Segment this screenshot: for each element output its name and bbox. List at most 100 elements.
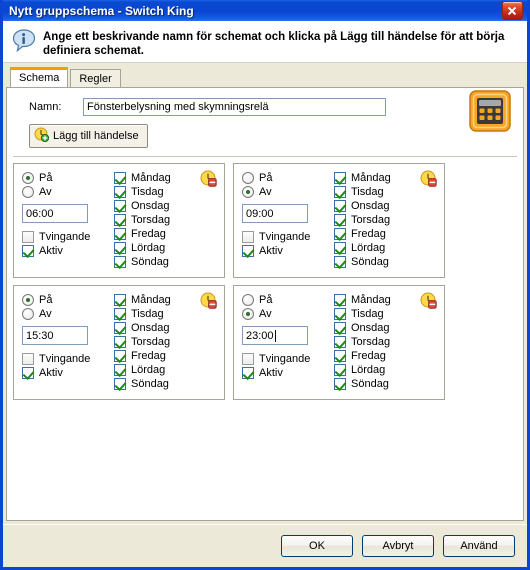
day-checkbox-söndag[interactable] xyxy=(334,377,346,390)
day-row: Torsdag xyxy=(334,213,438,226)
day-checkbox-måndag[interactable] xyxy=(334,171,346,184)
time-value: 09:00 xyxy=(246,207,274,220)
active-checkbox[interactable] xyxy=(242,244,254,257)
radio-off-label: Av xyxy=(259,185,272,198)
day-checkbox-fredag[interactable] xyxy=(114,227,126,240)
day-checkbox-lördag[interactable] xyxy=(334,241,346,254)
day-label: Fredag xyxy=(131,227,166,240)
info-icon xyxy=(11,28,37,54)
day-checkbox-måndag[interactable] xyxy=(114,293,126,306)
delete-event-icon[interactable] xyxy=(200,170,217,187)
event-panel: På Av 23:00 Tvingande Aktiv Måndag Tisdag Onsda… xyxy=(233,285,445,400)
active-row: Aktiv xyxy=(22,244,114,257)
add-event-row: Lägg till händelse xyxy=(7,116,523,156)
active-checkbox[interactable] xyxy=(22,366,34,379)
day-checkbox-torsdag[interactable] xyxy=(114,335,126,348)
time-input[interactable]: 06:00 xyxy=(22,204,88,223)
day-checkbox-fredag[interactable] xyxy=(334,349,346,362)
day-label: Söndag xyxy=(351,255,389,268)
day-checkbox-söndag[interactable] xyxy=(334,255,346,268)
day-checkbox-lördag[interactable] xyxy=(114,241,126,254)
name-input[interactable] xyxy=(83,98,386,116)
day-checkbox-lördag[interactable] xyxy=(334,363,346,376)
tab-schema[interactable]: Schema xyxy=(10,67,69,87)
time-input[interactable]: 15:30 xyxy=(22,326,88,345)
day-checkbox-torsdag[interactable] xyxy=(334,335,346,348)
apply-button[interactable]: Använd xyxy=(443,535,515,557)
day-checkbox-måndag[interactable] xyxy=(334,293,346,306)
forced-checkbox[interactable] xyxy=(22,230,34,243)
forced-checkbox[interactable] xyxy=(22,352,34,365)
time-input[interactable]: 23:00 xyxy=(242,326,308,345)
delete-event-icon[interactable] xyxy=(420,170,437,187)
radio-on[interactable] xyxy=(242,171,254,184)
day-label: Torsdag xyxy=(131,213,171,226)
event-left-column: På Av 15:30 Tvingande Aktiv xyxy=(22,293,114,395)
radio-on[interactable] xyxy=(242,293,254,306)
tab-strip: Schema Regler xyxy=(3,63,527,88)
day-row: Lördag xyxy=(114,363,218,376)
day-row: Onsdag xyxy=(334,199,438,212)
day-checkbox-tisdag[interactable] xyxy=(334,307,346,320)
day-row: Torsdag xyxy=(114,335,218,348)
day-label: Fredag xyxy=(351,349,386,362)
day-checkbox-söndag[interactable] xyxy=(114,377,126,390)
day-checkbox-tisdag[interactable] xyxy=(334,185,346,198)
day-label: Lördag xyxy=(131,241,166,254)
day-checkbox-torsdag[interactable] xyxy=(334,213,346,226)
day-checkbox-onsdag[interactable] xyxy=(114,199,126,212)
radio-on[interactable] xyxy=(22,171,34,184)
clock-add-icon xyxy=(34,127,50,145)
day-checkbox-måndag[interactable] xyxy=(114,171,126,184)
day-checkbox-tisdag[interactable] xyxy=(114,185,126,198)
day-label: Onsdag xyxy=(351,199,390,212)
instruction-text: Ange ett beskrivande namn för schemat oc… xyxy=(43,31,505,57)
event-panel: På Av 06:00 Tvingande Aktiv Måndag Tisdag Onsda… xyxy=(13,163,225,278)
forced-checkbox[interactable] xyxy=(242,352,254,365)
radio-on-label: På xyxy=(39,171,53,184)
event-left-column: På Av 06:00 Tvingande Aktiv xyxy=(22,171,114,273)
close-icon[interactable] xyxy=(502,1,523,20)
day-checkbox-söndag[interactable] xyxy=(114,255,126,268)
forced-checkbox[interactable] xyxy=(242,230,254,243)
day-label: Onsdag xyxy=(131,321,170,334)
delete-event-icon[interactable] xyxy=(420,292,437,309)
day-checkbox-onsdag[interactable] xyxy=(334,321,346,334)
delete-event-icon[interactable] xyxy=(200,292,217,309)
day-checkbox-torsdag[interactable] xyxy=(114,213,126,226)
day-checkbox-fredag[interactable] xyxy=(334,227,346,240)
active-checkbox[interactable] xyxy=(22,244,34,257)
day-checkbox-tisdag[interactable] xyxy=(114,307,126,320)
add-event-button[interactable]: Lägg till händelse xyxy=(29,124,148,148)
day-checkbox-lördag[interactable] xyxy=(114,363,126,376)
radio-off[interactable] xyxy=(242,185,254,198)
day-row: Onsdag xyxy=(334,321,438,334)
day-row: Söndag xyxy=(334,377,438,390)
day-checkbox-onsdag[interactable] xyxy=(114,321,126,334)
ok-button[interactable]: OK xyxy=(281,535,353,557)
day-row: Fredag xyxy=(114,349,218,362)
active-checkbox[interactable] xyxy=(242,366,254,379)
day-label: Lördag xyxy=(351,363,386,376)
day-row: Lördag xyxy=(334,363,438,376)
cancel-button[interactable]: Avbryt xyxy=(362,535,434,557)
day-checkbox-fredag[interactable] xyxy=(114,349,126,362)
mode-off-row: Av xyxy=(242,185,334,198)
calculator-icon[interactable] xyxy=(469,90,511,132)
tab-regler[interactable]: Regler xyxy=(70,69,121,88)
day-label: Tisdag xyxy=(351,307,384,320)
instruction-banner: Ange ett beskrivande namn för schemat oc… xyxy=(3,22,527,63)
day-label: Onsdag xyxy=(351,321,390,334)
day-row: Lördag xyxy=(334,241,438,254)
event-panel: På Av 09:00 Tvingande Aktiv Måndag Tisdag Onsda… xyxy=(233,163,445,278)
day-label: Måndag xyxy=(351,171,391,184)
time-input[interactable]: 09:00 xyxy=(242,204,308,223)
day-label: Söndag xyxy=(131,255,169,268)
forced-row: Tvingande xyxy=(242,352,334,365)
radio-on[interactable] xyxy=(22,293,34,306)
radio-off[interactable] xyxy=(22,185,34,198)
day-label: Lördag xyxy=(131,363,166,376)
radio-off[interactable] xyxy=(22,307,34,320)
day-checkbox-onsdag[interactable] xyxy=(334,199,346,212)
radio-off[interactable] xyxy=(242,307,254,320)
